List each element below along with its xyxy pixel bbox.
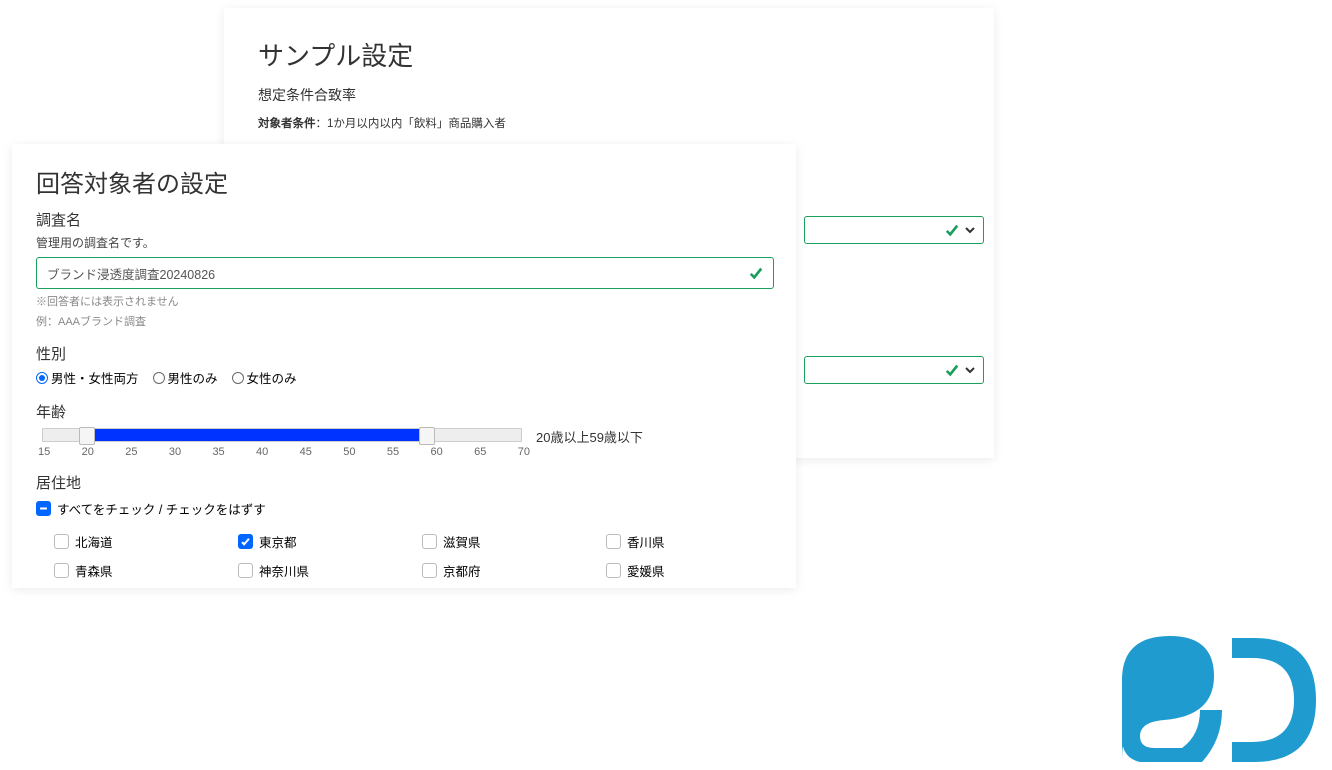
age-ticks: 152025303540455055606570 xyxy=(38,446,530,458)
prefecture-item[interactable]: 神奈川県 xyxy=(238,561,422,580)
survey-name-input[interactable]: ブランド浸透度調査20240826 xyxy=(36,257,774,289)
prefecture-checkbox[interactable] xyxy=(238,563,253,578)
age-range-slider[interactable]: 20歳以上59歳以下 152025303540455055606570 xyxy=(36,428,772,458)
residence-label: 居住地 xyxy=(36,472,772,493)
prefecture-item[interactable]: 京都府 xyxy=(422,561,606,580)
slider-handle-min[interactable] xyxy=(79,427,95,445)
gender-radio-2[interactable]: 女性のみ xyxy=(232,368,297,387)
select-all-label: すべてをチェック / チェックをはずす xyxy=(57,499,266,518)
check-icon xyxy=(945,223,959,237)
match-rate-label: 想定条件合致率 xyxy=(258,85,960,105)
check-icon xyxy=(749,266,763,280)
prefecture-checkbox[interactable] xyxy=(238,534,253,549)
check-icon xyxy=(945,363,959,377)
prefecture-item[interactable]: 滋賀県 xyxy=(422,532,606,551)
prefecture-checkbox[interactable] xyxy=(54,563,69,578)
survey-name-label: 調査名 xyxy=(36,209,772,230)
chevron-down-icon xyxy=(965,225,975,235)
age-range-display: 20歳以上59歳以下 xyxy=(536,427,643,446)
gender-radio-0[interactable]: 男性・女性両方 xyxy=(36,368,139,387)
chevron-down-icon xyxy=(965,365,975,375)
prefecture-item[interactable]: 愛媛県 xyxy=(606,561,790,580)
prefecture-checkbox[interactable] xyxy=(606,534,621,549)
prefecture-item[interactable]: 東京都 xyxy=(238,532,422,551)
prefecture-checkbox[interactable] xyxy=(606,563,621,578)
survey-name-note-1: ※回答者には表示されません xyxy=(36,293,772,309)
prefecture-item[interactable]: 青森県 xyxy=(54,561,238,580)
prefecture-grid: 北海道東京都滋賀県香川県青森県神奈川県京都府愛媛県岩手県新潟県大阪府高知県 xyxy=(54,532,772,588)
prefecture-checkbox[interactable] xyxy=(422,563,437,578)
brand-logo xyxy=(1082,610,1322,770)
sample-settings-title: サンプル設定 xyxy=(258,36,960,73)
gender-radio-group: 男性・女性両方男性のみ女性のみ xyxy=(36,368,772,387)
select-all-row[interactable]: すべてをチェック / チェックをはずす xyxy=(36,499,772,518)
prefecture-item[interactable]: 北海道 xyxy=(54,532,238,551)
prefecture-item[interactable]: 香川県 xyxy=(606,532,790,551)
survey-name-help: 管理用の調査名です。 xyxy=(36,234,772,251)
survey-name-note-2: 例：AAAブランド調査 xyxy=(36,313,772,329)
prefecture-checkbox[interactable] xyxy=(422,534,437,549)
select-all-checkbox[interactable] xyxy=(36,501,51,516)
age-label: 年齢 xyxy=(36,401,772,422)
gender-label: 性別 xyxy=(36,343,772,364)
dropdown-validated-1[interactable] xyxy=(804,216,984,244)
respondent-settings-card: 回答対象者の設定 調査名 管理用の調査名です。 ブランド浸透度調査2024082… xyxy=(12,144,796,588)
survey-name-value: ブランド浸透度調査20240826 xyxy=(47,264,215,283)
gender-radio-1[interactable]: 男性のみ xyxy=(153,368,218,387)
slider-handle-max[interactable] xyxy=(419,427,435,445)
dropdown-validated-2[interactable] xyxy=(804,356,984,384)
prefecture-checkbox[interactable] xyxy=(54,534,69,549)
respondent-settings-title: 回答対象者の設定 xyxy=(36,164,772,199)
target-condition: 対象者条件：1か月以内以内「飲料」商品購入者 xyxy=(258,115,960,131)
